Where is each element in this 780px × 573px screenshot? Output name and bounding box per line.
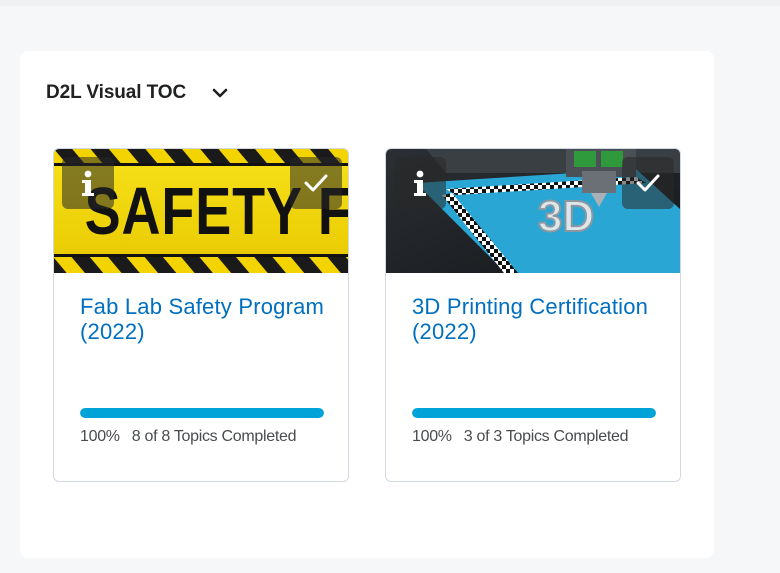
info-icon[interactable]: [394, 157, 446, 209]
widget-header: D2L Visual TOC: [46, 82, 228, 104]
chevron-down-icon[interactable]: [212, 85, 228, 101]
widget-title: D2L Visual TOC: [46, 82, 187, 103]
progress-fill: [412, 408, 656, 418]
course-image-safety[interactable]: SAFETY FI: [54, 149, 348, 273]
topics-completed: 8 of 8 Topics Completed: [131, 428, 297, 445]
checkmark-icon[interactable]: [290, 157, 342, 209]
progress-percent: 100%: [80, 428, 120, 445]
course-image-3d-printing[interactable]: 3D: [386, 149, 680, 273]
info-icon[interactable]: [62, 157, 114, 209]
topics-completed: 3 of 3 Topics Completed: [463, 428, 629, 445]
progress-bar: [80, 408, 324, 418]
printer-image-text: 3D: [538, 192, 594, 241]
progress-fill: [80, 408, 324, 418]
progress-summary: 100% 3 of 3 Topics Completed: [412, 428, 629, 446]
course-card[interactable]: 3D 3D Printing Certification (2022) 100%…: [385, 148, 681, 482]
course-title-link[interactable]: Fab Lab Safety Program (2022): [80, 294, 330, 344]
top-bar: [0, 0, 780, 6]
progress-bar: [412, 408, 656, 418]
course-title-link[interactable]: 3D Printing Certification (2022): [412, 294, 662, 344]
checkmark-icon[interactable]: [622, 157, 674, 209]
progress-percent: 100%: [412, 428, 452, 445]
visual-toc-widget: D2L Visual TOC SAFETY FI Fab Lab Safety …: [20, 51, 714, 558]
progress-summary: 100% 8 of 8 Topics Completed: [80, 428, 297, 446]
course-card[interactable]: SAFETY FI Fab Lab Safety Program (2022) …: [53, 148, 349, 482]
